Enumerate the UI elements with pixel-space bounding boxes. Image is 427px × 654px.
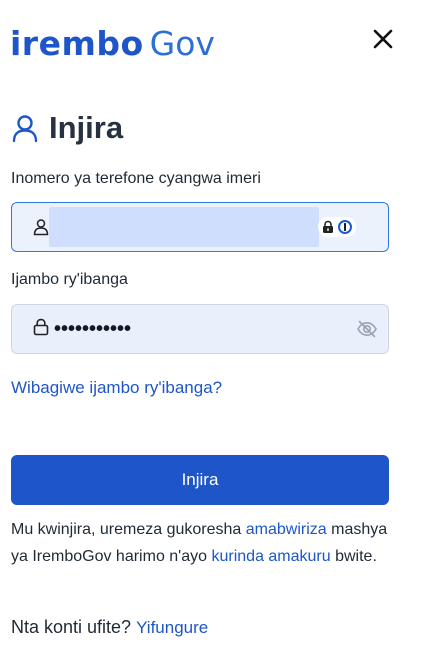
signup-prompt: Nta konti ufite? Yifungure — [11, 617, 208, 638]
terms-text-1: Mu kwinjira, uremeza gukoresha — [11, 521, 246, 538]
terms-text-3: bwite. — [330, 548, 377, 565]
signup-link[interactable]: Yifungure — [136, 618, 208, 637]
password-label: Ijambo ry'ibanga — [11, 271, 128, 288]
person-icon — [32, 218, 50, 236]
header: irembo Gov — [10, 24, 410, 64]
lock-icon — [323, 220, 333, 233]
page-title: Injira — [11, 108, 123, 148]
phone-email-input[interactable] — [11, 202, 389, 252]
title-text: Injira — [49, 110, 124, 145]
terms-link[interactable]: amabwiriza — [246, 521, 327, 538]
login-button[interactable]: Injira — [11, 455, 389, 505]
phone-value — [49, 207, 319, 247]
phone-label: Inomero ya terefone cyangwa imeri — [11, 170, 261, 187]
logo-suffix: Gov — [149, 24, 215, 63]
signup-text: Nta konti ufite? — [11, 617, 132, 637]
password-value: ••••••••••• — [54, 318, 132, 340]
terms-notice: Mu kwinjira, uremeza gukoresha amabwiriz… — [11, 516, 391, 570]
logo-wordmark: irembo — [10, 24, 144, 63]
onepassword-icon — [338, 220, 352, 234]
close-icon — [373, 29, 393, 49]
user-icon — [11, 113, 39, 143]
close-button[interactable] — [370, 26, 396, 52]
privacy-link[interactable]: kurinda amakuru — [211, 548, 330, 565]
password-input[interactable]: ••••••••••• — [11, 304, 389, 354]
forgot-password-link[interactable]: Wibagiwe ijambo ry'ibanga? — [11, 378, 222, 398]
eye-off-icon[interactable] — [356, 318, 378, 340]
lock-icon — [32, 318, 50, 336]
irembogov-logo: irembo Gov — [10, 24, 215, 60]
password-manager-button[interactable] — [318, 217, 356, 237]
